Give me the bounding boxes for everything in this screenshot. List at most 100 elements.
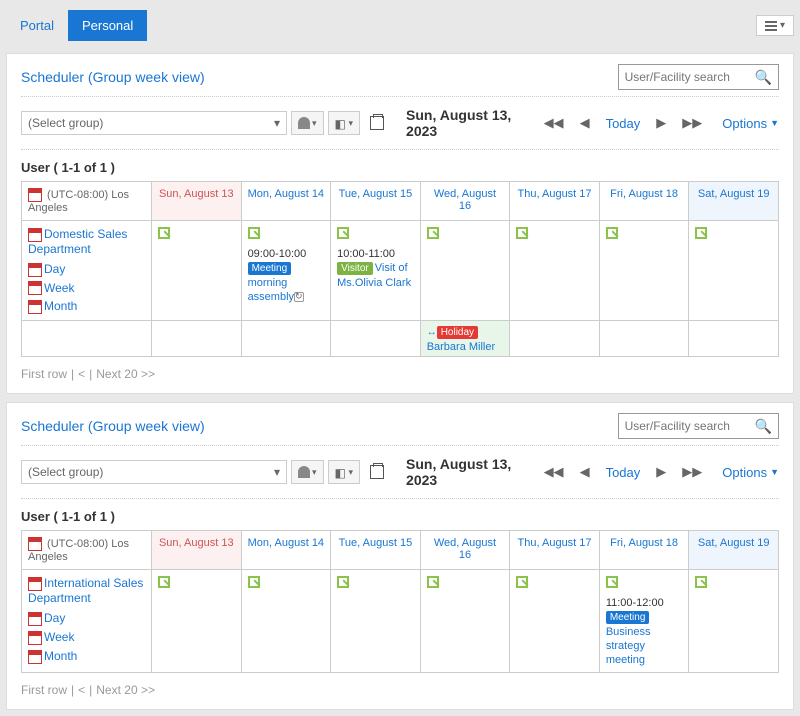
day-header[interactable]: Sun, August 13 [152,531,242,570]
holiday-cell [599,321,689,357]
user-cell: International Sales Department Day Week Mon… [22,570,152,673]
day-header[interactable]: Wed, August 16 [420,531,510,570]
print-button[interactable] [364,111,390,135]
prev-day-button[interactable]: ◀ [574,115,596,131]
search-input[interactable] [625,70,755,84]
day-cell[interactable] [420,221,510,321]
panel-title[interactable]: Scheduler (Group week view) [21,418,205,434]
event-link[interactable]: morning assembly [248,277,294,303]
day-header[interactable]: Sat, August 19 [689,531,779,570]
today-link[interactable]: Today [600,116,647,131]
holiday-cell [331,321,421,357]
next-week-button[interactable]: ▶▶ [676,115,708,131]
next-day-button[interactable]: ▶ [650,115,672,131]
user-cell: Domestic Sales Department Day Week Month [22,221,152,321]
day-header[interactable]: Sat, August 19 [689,182,779,221]
day-cell[interactable] [510,570,600,673]
day-header[interactable]: Mon, August 14 [241,182,331,221]
print-button[interactable] [364,460,390,484]
user-link[interactable]: International Sales Department [28,576,143,605]
event-link[interactable]: Business strategy meeting [606,626,651,666]
search-icon[interactable]: 🔍 [755,418,772,435]
tree-icon [335,466,347,478]
options-dropdown[interactable]: Options ▼ [722,465,779,480]
add-event-icon[interactable] [606,227,618,239]
next-day-button[interactable]: ▶ [650,464,672,480]
month-view-link[interactable]: Month [44,649,77,663]
panel-title[interactable]: Scheduler (Group week view) [21,69,205,85]
holiday-link[interactable]: Barbara Miller [427,341,495,353]
add-event-icon[interactable] [516,227,528,239]
org-dropdown-button[interactable]: ▾ [328,111,361,135]
group-select[interactable]: (Select group) [21,460,287,484]
prev-week-button[interactable]: ◀◀ [538,464,570,480]
user-link[interactable]: Domestic Sales Department [28,227,127,256]
day-cell[interactable] [241,570,331,673]
search-box[interactable]: 🔍 [618,64,779,90]
day-cell[interactable] [420,570,510,673]
add-event-icon[interactable] [337,576,349,588]
day-header[interactable]: Tue, August 15 [331,531,421,570]
day-header[interactable]: Fri, August 18 [599,182,689,221]
event-time: 10:00-11:00 [337,248,414,260]
search-icon[interactable]: 🔍 [755,69,772,86]
month-icon [28,300,42,314]
add-event-icon[interactable] [427,227,439,239]
day-cell[interactable] [331,570,421,673]
user-dropdown-button[interactable]: ▾ [291,111,324,135]
add-event-icon[interactable] [158,227,170,239]
day-icon [28,612,42,626]
event-tag: Visitor [337,262,373,275]
day-header[interactable]: Tue, August 15 [331,182,421,221]
day-header[interactable]: Fri, August 18 [599,531,689,570]
layout-menu-button[interactable]: ▾ [756,15,794,36]
day-cell[interactable]: 09:00-10:00Meetingmorning assembly [241,221,331,321]
prev-week-button[interactable]: ◀◀ [538,115,570,131]
add-event-icon[interactable] [695,227,707,239]
add-event-icon[interactable] [695,576,707,588]
day-header[interactable]: Sun, August 13 [152,182,242,221]
day-header[interactable]: Wed, August 16 [420,182,510,221]
add-event-icon[interactable] [248,227,260,239]
add-event-icon[interactable] [158,576,170,588]
add-event-icon[interactable] [606,576,618,588]
add-event-icon[interactable] [248,576,260,588]
week-icon [28,631,42,645]
person-icon [298,117,310,129]
day-cell[interactable] [510,221,600,321]
next-week-button[interactable]: ▶▶ [676,464,708,480]
tab-personal[interactable]: Personal [68,10,147,41]
week-view-link[interactable]: Week [44,630,74,644]
day-cell[interactable]: 10:00-11:00VisitorVisit of Ms.Olivia Cla… [331,221,421,321]
prev-day-button[interactable]: ◀ [574,464,596,480]
options-dropdown[interactable]: Options ▼ [722,116,779,131]
add-event-icon[interactable] [516,576,528,588]
first-row: First row [21,367,67,381]
add-event-icon[interactable] [337,227,349,239]
org-dropdown-button[interactable]: ▾ [328,460,361,484]
tree-icon [335,117,347,129]
month-view-link[interactable]: Month [44,299,77,313]
search-input[interactable] [625,419,755,433]
day-cell[interactable] [152,570,242,673]
day-cell[interactable]: 11:00-12:00MeetingBusiness strategy meet… [599,570,689,673]
current-date: Sun, August 13, 2023 [406,456,522,488]
day-cell[interactable] [152,221,242,321]
day-header[interactable]: Thu, August 17 [510,531,600,570]
day-view-link[interactable]: Day [44,611,65,625]
user-dropdown-button[interactable]: ▾ [291,460,324,484]
group-select[interactable]: (Select group) [21,111,287,135]
day-cell[interactable] [689,221,779,321]
today-link[interactable]: Today [600,465,647,480]
add-event-icon[interactable] [427,576,439,588]
search-box[interactable]: 🔍 [618,413,779,439]
week-view-link[interactable]: Week [44,281,74,295]
day-header[interactable]: Thu, August 17 [510,182,600,221]
prev-page: <|Next 20 >> [78,683,155,697]
day-cell[interactable] [599,221,689,321]
day-cell[interactable] [689,570,779,673]
tab-portal[interactable]: Portal [6,10,68,41]
day-view-link[interactable]: Day [44,262,65,276]
day-header[interactable]: Mon, August 14 [241,531,331,570]
holiday-cell [241,321,331,357]
